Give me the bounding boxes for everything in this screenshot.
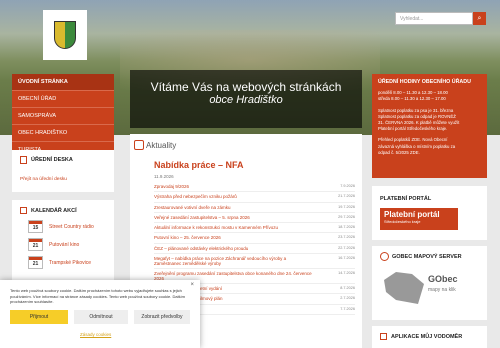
- office-hours-title: ÚŘEDNÍ HODINY OBECNÍHO ÚŘADU: [378, 79, 471, 85]
- kalendar-title: KALENDÁŘ AKCÍ: [31, 208, 77, 214]
- kalendar-item[interactable]: 21 Trampské Pikovice: [28, 256, 91, 269]
- globe-icon: [380, 252, 389, 261]
- platebni-title: PLATEBNÍ PORTÁL: [380, 196, 432, 202]
- list-item[interactable]: Putovní kino – 25. července 2026 23.7.202…: [154, 233, 355, 244]
- featured-news-title[interactable]: Nabídka práce – NFA: [154, 160, 244, 170]
- kalendar-item[interactable]: 15 Street Country rádio: [28, 220, 94, 233]
- nav-item-urad[interactable]: OBECNÍ ÚŘAD: [12, 91, 114, 108]
- gobec-tagline: mapy na klik: [428, 287, 456, 293]
- settings-button[interactable]: Zobrazit předvolby: [134, 310, 190, 324]
- list-item[interactable]: Zpravodaj 9/2026 7.9.2026: [154, 182, 355, 193]
- vodomer-card: APLIKACE MŮJ VODOMĚR: [372, 326, 487, 348]
- welcome-line2: obce Hradištko: [209, 94, 283, 106]
- cookie-policy-link[interactable]: Zásady cookies: [80, 332, 111, 337]
- main-nav: ÚVODNÍ STRÁNKA OBECNÍ ÚŘAD SAMOSPRÁVA OB…: [12, 74, 114, 159]
- platebni-portal-link[interactable]: Platební portál Středočeského kraje: [380, 208, 458, 230]
- vodomer-title: APLIKACE MŮJ VODOMĚR: [391, 334, 463, 340]
- nav-item-samosprava[interactable]: SAMOSPRÁVA: [12, 108, 114, 125]
- nav-item-obec[interactable]: OBEC HRADIŠTKO: [12, 125, 114, 142]
- featured-news-date: 11.9.2026: [154, 174, 174, 179]
- reject-button[interactable]: Odmítnout: [74, 310, 128, 324]
- list-item[interactable]: ČEZ – plánované odstávky elektrického pr…: [154, 244, 355, 255]
- list-item[interactable]: Aktuální informace k rekonstrukci mostu …: [154, 223, 355, 234]
- search-icon[interactable]: ⌕: [473, 12, 486, 25]
- welcome-banner: Vítáme Vás na webových stránkách obce Hr…: [130, 70, 362, 128]
- office-hours-box: ÚŘEDNÍ HODINY OBECNÍHO ÚŘADU pondělí 8.0…: [372, 74, 487, 178]
- list-item[interactable]: Zrestaurované votivní dveře na zámku 19.7…: [154, 203, 355, 213]
- kalendar-card: KALENDÁŘ AKCÍ 15 Street Country rádio 21…: [12, 200, 114, 280]
- nav-item-home[interactable]: ÚVODNÍ STRÁNKA: [12, 74, 114, 91]
- welcome-line1: Vítáme Vás na webových stránkách: [150, 80, 342, 94]
- cookie-text: Tento web používá soubory cookie. Dalším…: [10, 288, 185, 304]
- uredni-deska-link[interactable]: Přejít na úřední desku: [20, 177, 67, 182]
- list-item[interactable]: Veřejné zasedání zastupitelstva – 5. srp…: [154, 213, 355, 224]
- list-item[interactable]: Výstraha před nebezpečím vzniku požárů 21…: [154, 192, 355, 203]
- logo[interactable]: [43, 10, 87, 60]
- gobec-logo[interactable]: GObec: [428, 274, 458, 284]
- calendar-icon: [20, 207, 27, 214]
- accept-button[interactable]: Přijmout: [10, 310, 68, 324]
- kalendar-item[interactable]: 21 Putování kino: [28, 238, 79, 251]
- search-input[interactable]: Vyhledat...: [395, 12, 473, 25]
- cookie-banner: × Tento web používá soubory cookie. Dalš…: [0, 280, 200, 348]
- close-icon[interactable]: ×: [190, 282, 194, 288]
- gobec-title: GOBEC MAPOVÝ SERVER: [392, 254, 462, 260]
- coat-of-arms-icon: [54, 21, 76, 49]
- uredni-deska-title: ÚŘEDNÍ DESKA: [31, 157, 73, 163]
- board-icon: [20, 156, 27, 164]
- news-icon: [134, 140, 144, 150]
- czech-map-icon: [384, 272, 424, 304]
- app-icon: [380, 333, 387, 340]
- platebni-card: PLATEBNÍ PORTÁL Platební portál Středoče…: [372, 186, 487, 240]
- gobec-card: GOBEC MAPOVÝ SERVER GObec mapy na klik: [372, 246, 487, 320]
- section-title: Aktuality: [146, 141, 177, 150]
- uredni-deska-card: ÚŘEDNÍ DESKA Přejít na úřední desku: [12, 150, 114, 192]
- list-item[interactable]: Megafyt – nabídka práce na pozice Záchra…: [154, 254, 355, 270]
